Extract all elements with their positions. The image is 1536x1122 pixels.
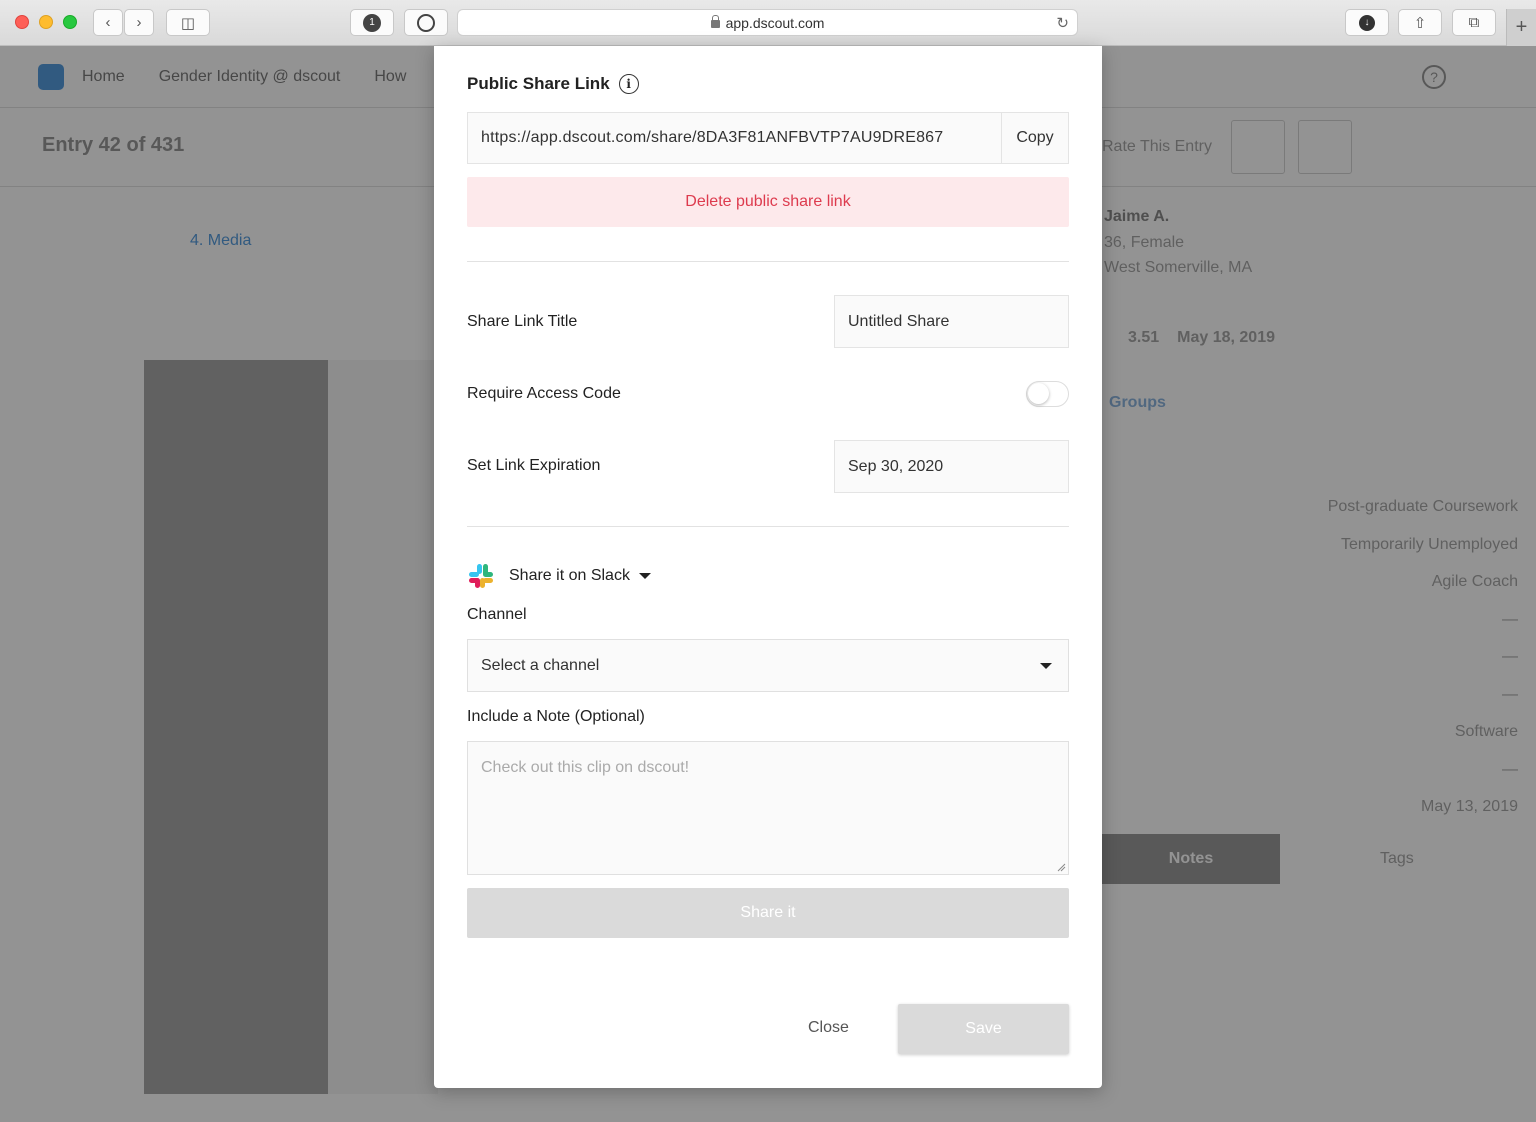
public-share-title: Public Share Link [467, 74, 610, 93]
share-title-input[interactable]: Untitled Share [834, 295, 1069, 348]
share-url[interactable]: https://app.dscout.com/share/8DA3F81ANFB… [468, 113, 1001, 163]
caret-down-icon [638, 573, 651, 579]
tab-overview-button[interactable]: ⧉ [1452, 9, 1496, 36]
slack-share-label: Share it on Slack [509, 567, 630, 584]
toggle-knob [1028, 383, 1049, 404]
share-modal: Public Share Link i https://app.dscout.c… [434, 46, 1102, 1088]
url-text: app.dscout.com [725, 14, 825, 31]
access-code-toggle[interactable] [1026, 381, 1069, 407]
close-window-button[interactable] [15, 15, 29, 29]
public-share-heading: Public Share Link i [467, 74, 639, 94]
downloads-button[interactable]: ↓ [1345, 9, 1389, 36]
browser-toolbar: ‹ › ◫ 1 app.dscout.com ↻ ↓ ⇧ ⧉ + [0, 0, 1536, 46]
lock-icon [710, 14, 720, 28]
download-icon: ↓ [1359, 14, 1375, 31]
share-title-label: Share Link Title [467, 313, 578, 330]
chevron-left-icon: ‹ [105, 14, 111, 31]
badge-icon: 1 [363, 13, 381, 32]
note-textarea[interactable] [467, 741, 1069, 875]
share-it-button[interactable]: Share it [467, 888, 1069, 938]
back-button[interactable]: ‹ [93, 9, 123, 36]
close-button[interactable]: Close [808, 1019, 849, 1037]
share-icon: ⇧ [1413, 14, 1427, 32]
channel-select[interactable]: Select a channel [467, 639, 1069, 692]
divider [467, 526, 1069, 527]
info-icon[interactable]: i [618, 74, 639, 94]
note-label: Include a Note (Optional) [467, 708, 645, 725]
chevron-right-icon: › [136, 14, 142, 31]
zoom-window-button[interactable] [63, 15, 77, 29]
resize-handle-icon[interactable] [1056, 862, 1066, 872]
plus-icon: + [1515, 16, 1528, 38]
expiration-date-input[interactable]: Sep 30, 2020 [834, 440, 1069, 493]
expiration-label: Set Link Expiration [467, 457, 601, 474]
share-link-field: https://app.dscout.com/share/8DA3F81ANFB… [467, 112, 1069, 164]
minimize-window-button[interactable] [39, 15, 53, 29]
share-sheet-button[interactable]: ⇧ [1398, 9, 1442, 36]
slack-share-dropdown[interactable]: Share it on Slack [467, 562, 651, 590]
sidebar-icon: ◫ [180, 14, 196, 32]
address-bar[interactable]: app.dscout.com ↻ [457, 9, 1078, 36]
tabs-icon: ⧉ [1468, 14, 1480, 31]
forward-button[interactable]: › [124, 9, 154, 36]
channel-select-value: Select a channel [481, 656, 600, 674]
copy-button[interactable]: Copy [1001, 113, 1068, 163]
reload-icon[interactable]: ↻ [1056, 14, 1069, 32]
password-manager-icon [417, 13, 435, 32]
channel-label: Channel [467, 606, 527, 623]
slack-icon [467, 562, 495, 590]
save-button[interactable]: Save [898, 1004, 1069, 1054]
access-code-label: Require Access Code [467, 385, 621, 402]
password-manager-button[interactable] [404, 9, 448, 36]
sidebar-toggle-button[interactable]: ◫ [166, 9, 210, 36]
delete-share-link-button[interactable]: Delete public share link [467, 177, 1069, 227]
caret-down-icon [1040, 663, 1052, 669]
divider [467, 261, 1069, 262]
new-tab-button[interactable]: + [1506, 9, 1536, 46]
extension-badge-button[interactable]: 1 [350, 9, 394, 36]
